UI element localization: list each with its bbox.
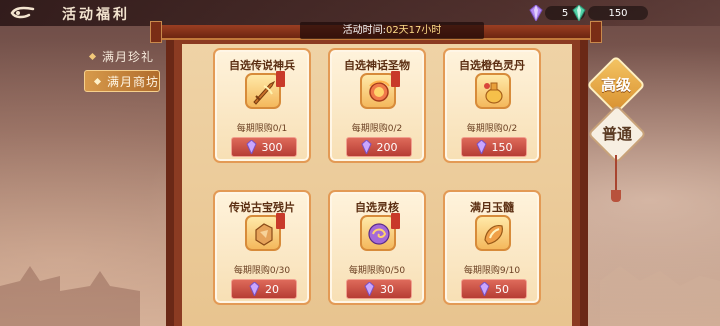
item-name: 自选传说神兵 xyxy=(229,59,295,72)
buy-button[interactable]: 20 xyxy=(231,279,297,299)
price: 50 xyxy=(495,282,509,296)
buy-button[interactable]: 300 xyxy=(231,137,297,157)
shop-card[interactable]: 自选橙色灵丹 每期限购0/2 150 xyxy=(443,48,541,163)
purchase-limit: 每期限购0/1 xyxy=(236,124,288,134)
item-name: 自选橙色灵丹 xyxy=(459,59,525,72)
item-name: 满月玉髓 xyxy=(470,201,514,214)
purchase-limit: 每期限购0/2 xyxy=(351,124,403,134)
sword-icon xyxy=(245,71,285,109)
purple-gem-icon xyxy=(529,5,543,21)
treasure-fragment-icon xyxy=(245,213,285,251)
purchase-limit: 每期限购0/30 xyxy=(233,266,291,276)
tier-premium-label: 高级 xyxy=(600,75,632,94)
tab-bullet-icon xyxy=(93,77,102,85)
tab-label: 满月商坊 xyxy=(107,74,160,89)
spirit-core-icon xyxy=(360,213,400,251)
item-name: 自选灵核 xyxy=(355,201,399,214)
green-gem-icon xyxy=(572,5,586,21)
tassel-cord xyxy=(615,155,617,195)
tier-normal-label: 普通 xyxy=(601,124,633,143)
currency-green-value: 150 xyxy=(588,6,648,20)
tassel-icon xyxy=(611,190,621,202)
purple-gem-icon xyxy=(479,282,490,296)
legend-tag-icon xyxy=(391,71,400,87)
tab-moon-gifts[interactable]: 满月珍礼 xyxy=(80,45,162,67)
buy-button[interactable]: 30 xyxy=(346,279,412,299)
tab-label: 满月珍礼 xyxy=(102,49,155,64)
legend-tag-icon xyxy=(276,213,285,229)
elixir-bottle-icon xyxy=(475,73,511,109)
shop-card[interactable]: 满月玉髓 每期限购9/10 50 xyxy=(443,190,541,305)
purple-gem-icon xyxy=(360,140,372,154)
purchase-limit: 每期限购0/50 xyxy=(348,266,406,276)
relic-orb-icon xyxy=(360,71,400,109)
back-arrow-icon[interactable] xyxy=(8,4,36,22)
shop-card[interactable]: 传说古宝残片 每期限购0/30 20 xyxy=(213,190,311,305)
beam-cap-left xyxy=(150,21,162,43)
beam-cap-right xyxy=(590,21,602,43)
shop-card[interactable]: 自选灵核 每期限购0/50 30 xyxy=(328,190,426,305)
buy-button[interactable]: 150 xyxy=(461,137,527,157)
tab-moon-shop[interactable]: 满月商坊 xyxy=(84,70,160,92)
page-title: 活动福利 xyxy=(62,7,130,23)
timer-label: 活动时间: xyxy=(342,25,386,36)
legend-tag-icon xyxy=(391,213,400,229)
price: 30 xyxy=(380,282,394,296)
purchase-limit: 每期限购9/10 xyxy=(463,266,521,276)
buy-button[interactable]: 50 xyxy=(461,279,527,299)
purple-gem-icon xyxy=(364,282,375,296)
purple-gem-icon xyxy=(475,140,487,154)
price: 20 xyxy=(265,282,279,296)
event-timer: 活动时间:02天17小时 xyxy=(300,22,484,39)
price: 300 xyxy=(261,140,283,154)
item-name: 传说古宝残片 xyxy=(229,201,295,214)
price: 200 xyxy=(376,140,398,154)
tab-bullet-icon xyxy=(88,52,97,60)
shop-card[interactable]: 自选神话圣物 每期限购0/2 200 xyxy=(328,48,426,163)
price: 150 xyxy=(491,140,513,154)
jade-marrow-icon xyxy=(475,215,511,251)
purple-gem-icon xyxy=(245,140,257,154)
shop-card[interactable]: 自选传说神兵 每期限购0/1 300 xyxy=(213,48,311,163)
purchase-limit: 每期限购0/2 xyxy=(466,124,518,134)
item-name: 自选神话圣物 xyxy=(344,59,410,72)
buy-button[interactable]: 200 xyxy=(346,137,412,157)
currency-green: 150 xyxy=(572,5,648,21)
legend-tag-icon xyxy=(276,71,285,87)
timer-value: 02天17小时 xyxy=(385,25,442,36)
purple-gem-icon xyxy=(249,282,260,296)
